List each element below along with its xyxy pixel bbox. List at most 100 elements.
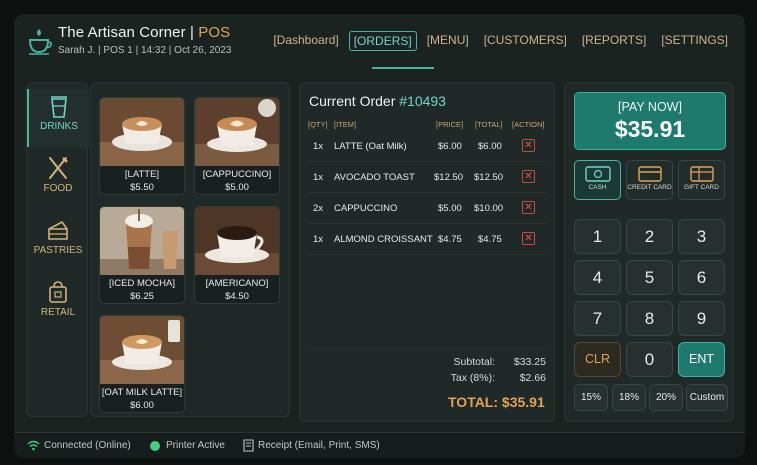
item-qty: 1x	[313, 141, 324, 152]
oat-milk-latte-image	[100, 316, 184, 384]
item-price: $5.00	[438, 203, 462, 214]
item-total: $12.50	[474, 172, 504, 183]
product-name: [CAPPUCCINO]	[202, 169, 272, 180]
product-iced-mocha[interactable]: [ICED MOCHA] $6.25	[99, 206, 185, 304]
key-3[interactable]: 3	[678, 219, 725, 254]
key-enter[interactable]: ENT	[678, 342, 725, 377]
session-info: Sarah J. | POS 1 | 14:32 | Oct 26, 2023	[58, 45, 232, 56]
product-price: $6.00	[130, 400, 154, 411]
receipt-options[interactable]: Receipt (Email, Print, SMS)	[258, 440, 380, 451]
nav-orders[interactable]: [ORDERS]	[348, 31, 417, 51]
key-9[interactable]: 9	[678, 301, 725, 336]
current-order-panel: Current Order #10493 [QTY] [ITEM] [PRICE…	[299, 82, 555, 422]
americano-image	[195, 207, 279, 275]
category-food[interactable]: FOOD	[27, 151, 89, 209]
pos-window: The Artisan Corner | POS Sarah J. | POS …	[14, 14, 745, 458]
col-price-header: [PRICE]	[436, 120, 464, 129]
nav-customers[interactable]: [CUSTOMERS]	[479, 31, 572, 51]
product-cappuccino[interactable]: [CAPPUCCINO] $5.00	[194, 97, 280, 195]
category-label: RETAIL	[40, 307, 76, 318]
nav-settings[interactable]: [SETTINGS]	[656, 31, 733, 51]
key-8[interactable]: 8	[626, 301, 673, 336]
pay-now-button[interactable]: [PAY NOW] $35.91	[574, 92, 726, 150]
category-label: FOOD	[43, 183, 73, 194]
gift-card-icon	[689, 166, 714, 182]
app-suffix: POS	[198, 24, 231, 41]
key-5[interactable]: 5	[626, 260, 673, 295]
active-tab-indicator	[372, 67, 434, 69]
cash-icon	[584, 166, 611, 182]
app-name: The Artisan Corner |	[58, 24, 199, 41]
payment-cash[interactable]: CASH	[574, 160, 621, 200]
item-name: AVOCADO TOAST	[334, 172, 415, 183]
payment-label: GIFT CARD	[684, 184, 719, 191]
order-row: 2x CAPPUCCINO $5.00 $10.00 ✕	[308, 193, 548, 224]
main-nav: [Dashboard] [ORDERS] [MENU] [CUSTOMERS] …	[263, 31, 733, 51]
header: The Artisan Corner | POS Sarah J. | POS …	[14, 14, 745, 70]
payment-label: CREDIT CARD	[627, 184, 672, 191]
item-price: $12.50	[434, 172, 464, 183]
nav-menu[interactable]: [MENU]	[422, 31, 474, 51]
order-row: 1x ALMOND CROISSANT $4.75 $4.75 ✕	[308, 224, 548, 255]
key-clear[interactable]: CLR	[574, 342, 621, 377]
iced-mocha-image	[100, 207, 184, 275]
divider	[308, 348, 548, 349]
tip-15-button[interactable]: 15%	[574, 384, 608, 411]
item-total: $6.00	[478, 141, 502, 152]
pay-now-amount: $35.91	[614, 116, 686, 142]
payment-label: CASH	[588, 184, 607, 191]
item-name: CAPPUCCINO	[334, 203, 398, 214]
nav-dashboard[interactable]: [Dashboard]	[268, 31, 343, 51]
col-total-header: [TOTAL]	[475, 120, 503, 129]
remove-item-button[interactable]: ✕	[522, 170, 535, 183]
order-row: 1x AVOCADO TOAST $12.50 $12.50 ✕	[308, 162, 548, 193]
product-name: [LATTE]	[124, 169, 160, 180]
tip-18-button[interactable]: 18%	[612, 384, 646, 411]
category-drinks[interactable]: DRINKS	[27, 89, 89, 147]
printer-status-dot	[150, 441, 160, 451]
payment-credit-card[interactable]: CREDIT CARD	[626, 160, 673, 200]
product-price: $4.50	[225, 291, 249, 302]
key-6[interactable]: 6	[678, 260, 725, 295]
remove-item-button[interactable]: ✕	[522, 232, 535, 245]
cake-slice-icon	[48, 220, 68, 240]
category-pastries[interactable]: PASTRIES	[27, 213, 89, 271]
key-1[interactable]: 1	[574, 219, 621, 254]
tip-20-button[interactable]: 20%	[649, 384, 683, 411]
remove-item-button[interactable]: ✕	[522, 201, 535, 214]
key-4[interactable]: 4	[574, 260, 621, 295]
key-0[interactable]: 0	[626, 342, 673, 377]
product-price: $6.25	[130, 291, 154, 302]
product-americano[interactable]: [AMERICANO] $4.50	[194, 206, 280, 304]
wifi-icon	[27, 440, 40, 451]
item-price: $6.00	[438, 141, 462, 152]
col-action-header: [ACTION]	[512, 120, 545, 129]
app-title: The Artisan Corner | POS	[58, 24, 231, 41]
payment-gift-card[interactable]: GIFT CARD	[678, 160, 725, 200]
remove-item-button[interactable]: ✕	[522, 139, 535, 152]
logo-icon	[28, 29, 52, 55]
product-oat-milk-latte[interactable]: [OAT MILK LATTE] $6.00	[99, 315, 185, 413]
category-retail[interactable]: RETAIL	[27, 275, 89, 333]
key-7[interactable]: 7	[574, 301, 621, 336]
subtotal-value: $33.25	[513, 356, 546, 368]
product-price: $5.50	[130, 182, 154, 193]
cappuccino-image	[195, 98, 279, 166]
key-2[interactable]: 2	[626, 219, 673, 254]
payment-panel: [PAY NOW] $35.91 CASH CREDIT CARD GIFT C…	[564, 82, 734, 422]
credit-card-icon	[637, 166, 662, 182]
item-name: ALMOND CROISSANT	[334, 234, 433, 245]
pay-now-label: [PAY NOW]	[618, 100, 682, 114]
nav-reports[interactable]: [REPORTS]	[577, 31, 651, 51]
order-title-text: Current Order	[309, 93, 400, 109]
product-latte[interactable]: [LATTE] $5.50	[99, 97, 185, 195]
col-item-header: [ITEM]	[334, 120, 357, 129]
grand-total: TOTAL: $35.91	[448, 394, 545, 410]
item-qty: 2x	[313, 203, 324, 214]
tip-custom-button[interactable]: Custom	[686, 384, 728, 411]
category-label: DRINKS	[40, 121, 78, 132]
category-sidebar: DRINKS FOOD PASTRIES RETAIL	[26, 82, 89, 417]
product-grid: [LATTE] $5.50 [CAPPUCCINO] $5.00 [ICED M…	[90, 82, 290, 417]
item-price: $4.75	[438, 234, 462, 245]
subtotal-label: Subtotal:	[453, 356, 495, 368]
